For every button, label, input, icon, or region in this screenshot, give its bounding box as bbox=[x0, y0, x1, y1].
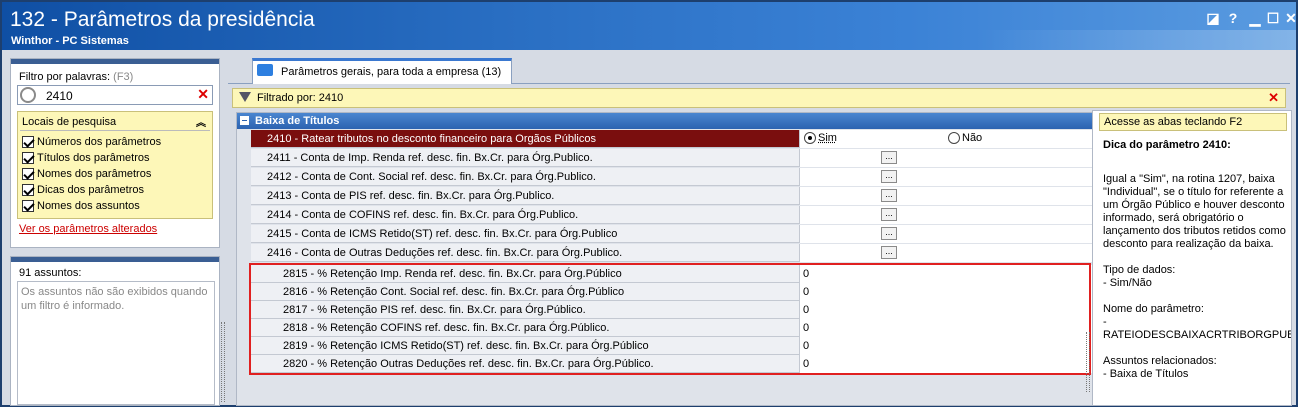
filter-panel: Filtro por palavras: (F3) 2410 ✕ Locais … bbox=[10, 58, 220, 248]
tip-body: Igual a "Sim", na rotina 1207, baixa "In… bbox=[1103, 173, 1292, 394]
collapse-group-icon[interactable] bbox=[240, 116, 249, 125]
group-header[interactable]: Baixa de Títulos bbox=[237, 113, 1093, 129]
shortcut-hint: Acesse as abas teclando F2 bbox=[1099, 113, 1287, 131]
splitter-handle[interactable] bbox=[1086, 332, 1090, 392]
radio-selected-icon bbox=[804, 132, 816, 144]
param-value-cell[interactable] bbox=[799, 225, 1093, 243]
checkbox-icon bbox=[22, 151, 34, 164]
param-value-cell[interactable] bbox=[799, 168, 1093, 186]
close-icon[interactable]: ✕ bbox=[1282, 10, 1298, 27]
tip-related-subjects: Assuntos relacionados: - Baixa de Título… bbox=[1103, 355, 1217, 380]
radio-nao[interactable]: Não bbox=[948, 132, 982, 144]
table-row[interactable]: 2412 - Conta de Cont. Social ref. desc. … bbox=[251, 168, 1093, 186]
table-row[interactable]: 2414 - Conta de COFINS ref. desc. fin. B… bbox=[251, 206, 1093, 224]
tip-panel: Acesse as abas teclando F2 Dica do parâm… bbox=[1092, 110, 1292, 406]
checkbox-numeros[interactable]: Números dos parâmetros bbox=[22, 134, 161, 149]
checkbox-icon bbox=[22, 199, 34, 212]
collapse-icon[interactable]: ︽ bbox=[196, 114, 206, 129]
ellipsis-button[interactable]: ... bbox=[881, 170, 897, 183]
ellipsis-button[interactable]: ... bbox=[881, 189, 897, 202]
subjects-list[interactable]: Os assuntos não são exibidos quando um f… bbox=[17, 281, 215, 405]
help-icon[interactable]: ? bbox=[1224, 10, 1242, 26]
checkbox-icon bbox=[22, 183, 34, 196]
tip-data-type: Tipo de dados: - Sim/Não bbox=[1103, 264, 1176, 289]
subjects-note: Os assuntos não são exibidos quando um f… bbox=[21, 286, 208, 312]
clear-search-icon[interactable]: ✕ bbox=[197, 86, 209, 103]
param-name: 2414 - Conta de COFINS ref. desc. fin. B… bbox=[267, 209, 579, 221]
folder-icon bbox=[257, 64, 273, 76]
checkbox-titulos[interactable]: Títulos dos parâmetros bbox=[22, 150, 150, 165]
tab-label: Parâmetros gerais, para toda a empresa bbox=[281, 66, 479, 78]
filter-shortcut: (F3) bbox=[113, 71, 134, 83]
search-locations-box: Locais de pesquisa ︽ Números dos parâmet… bbox=[17, 111, 213, 219]
table-row[interactable]: 2415 - Conta de ICMS Retido(ST) ref. des… bbox=[251, 225, 1093, 243]
checkbox-dicas[interactable]: Dicas dos parâmetros bbox=[22, 182, 144, 197]
filter-status-text: Filtrado por: 2410 bbox=[257, 92, 344, 104]
restore-icon[interactable]: ◪ bbox=[1204, 10, 1222, 27]
ellipsis-button[interactable]: ... bbox=[881, 208, 897, 221]
table-row[interactable]: 2413 - Conta de PIS ref. desc. fin. Bx.C… bbox=[251, 187, 1093, 205]
param-value-cell[interactable]: Sim Não bbox=[799, 130, 1093, 148]
param-name: 2415 - Conta de ICMS Retido(ST) ref. des… bbox=[267, 228, 618, 240]
tab-general-params[interactable]: Parâmetros gerais, para toda a empresa (… bbox=[252, 58, 512, 84]
param-value-cell[interactable] bbox=[799, 187, 1093, 205]
param-name: 2416 - Conta de Outras Deduções ref. des… bbox=[267, 247, 623, 259]
splitter-handle[interactable] bbox=[221, 322, 225, 402]
parameters-grid: Baixa de Títulos 2410 - Ratear tributos … bbox=[236, 112, 1094, 406]
table-row[interactable]: 2410 - Ratear tributos no desconto finan… bbox=[251, 130, 1093, 148]
app-window: 132 - Parâmetros da presidência Winthor … bbox=[0, 0, 1298, 407]
checkbox-nomes[interactable]: Nomes dos parâmetros bbox=[22, 166, 151, 181]
maximize-icon[interactable]: ☐ bbox=[1264, 10, 1282, 27]
minimize-icon[interactable]: ▁ bbox=[1246, 10, 1264, 27]
search-value: 2410 bbox=[46, 89, 73, 103]
tip-title: Dica do parâmetro 2410: bbox=[1103, 139, 1231, 151]
filter-status-bar: Filtrado por: 2410 ✕ bbox=[232, 88, 1286, 108]
tab-count: (13) bbox=[481, 66, 502, 78]
param-name: 2413 - Conta de PIS ref. desc. fin. Bx.C… bbox=[267, 190, 555, 202]
window-subtitle: Winthor - PC Sistemas bbox=[11, 35, 129, 47]
search-input[interactable]: 2410 ✕ bbox=[17, 85, 213, 105]
checkbox-assuntos[interactable]: Nomes dos assuntos bbox=[22, 198, 140, 213]
param-value-cell[interactable] bbox=[799, 206, 1093, 224]
table-row[interactable]: 2411 - Conta de Imp. Renda ref. desc. fi… bbox=[251, 149, 1093, 167]
checkbox-icon bbox=[22, 135, 34, 148]
group-title: Baixa de Títulos bbox=[255, 115, 340, 127]
param-name: 2410 - Ratear tributos no desconto finan… bbox=[267, 133, 596, 145]
radio-icon bbox=[948, 132, 960, 144]
locais-title: Locais de pesquisa bbox=[22, 116, 117, 128]
clear-filter-icon[interactable]: ✕ bbox=[1268, 90, 1279, 106]
window-title: 132 - Parâmetros da presidência bbox=[10, 8, 315, 31]
subjects-panel: 91 assuntos: Os assuntos não são exibido… bbox=[10, 256, 220, 406]
tip-param-name: Nome do parâmetro: - RATEIODESCBAIXACRTR… bbox=[1103, 303, 1292, 341]
subjects-count: 91 assuntos: bbox=[19, 267, 82, 279]
radio-sim[interactable]: Sim bbox=[804, 132, 837, 144]
tip-description: Igual a "Sim", na rotina 1207, baixa "In… bbox=[1103, 173, 1286, 250]
param-value-cell[interactable] bbox=[799, 149, 1093, 167]
table-row[interactable]: 2416 - Conta de Outras Deduções ref. des… bbox=[251, 244, 1093, 262]
checkbox-icon bbox=[22, 167, 34, 180]
param-name: 2412 - Conta de Cont. Social ref. desc. … bbox=[267, 171, 596, 183]
search-icon bbox=[20, 87, 36, 103]
filter-label: Filtro por palavras: bbox=[19, 71, 111, 83]
highlight-annotation bbox=[249, 263, 1091, 375]
title-bar: 132 - Parâmetros da presidência Winthor … bbox=[2, 2, 1298, 50]
param-value-cell[interactable] bbox=[799, 244, 1093, 262]
funnel-icon bbox=[239, 92, 251, 102]
param-name: 2411 - Conta de Imp. Renda ref. desc. fi… bbox=[267, 152, 593, 164]
ellipsis-button[interactable]: ... bbox=[881, 246, 897, 259]
ellipsis-button[interactable]: ... bbox=[881, 151, 897, 164]
ellipsis-button[interactable]: ... bbox=[881, 227, 897, 240]
altered-params-link[interactable]: Ver os parâmetros alterados bbox=[19, 223, 157, 235]
